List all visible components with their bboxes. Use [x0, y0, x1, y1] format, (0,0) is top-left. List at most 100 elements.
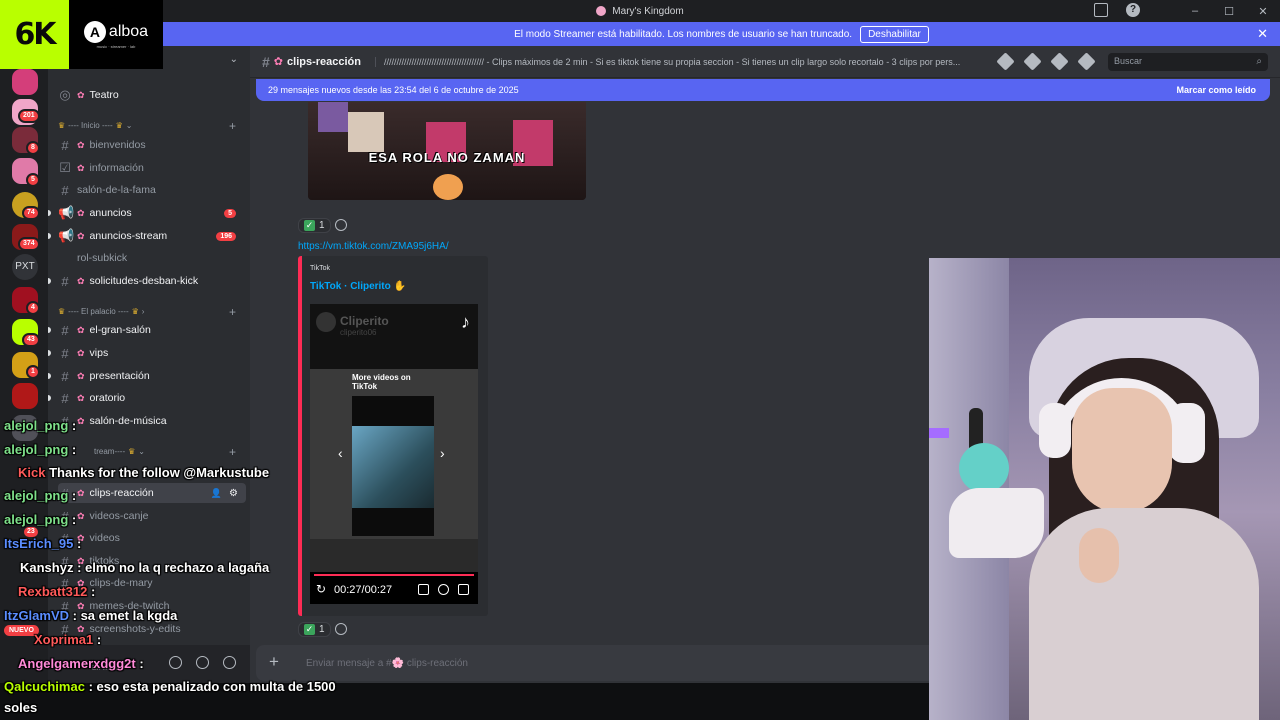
- mic-icon[interactable]: [169, 656, 182, 669]
- maximize-button[interactable]: ☐: [1212, 5, 1246, 18]
- channel-presentacion[interactable]: # ✿ presentación: [58, 366, 246, 386]
- fullscreen-icon[interactable]: [458, 584, 469, 595]
- gear-icon[interactable]: [223, 656, 236, 669]
- channel-bienvenidos[interactable]: # ✿ bienvenidos: [58, 135, 246, 155]
- help-icon[interactable]: ?: [1126, 3, 1140, 17]
- channel-informacion[interactable]: ☑ ✿ información: [58, 158, 246, 178]
- chat-line: alejol_png :: [4, 512, 77, 527]
- members-icon[interactable]: [1077, 52, 1096, 71]
- category-stream[interactable]: tream---- ♛ ⌄ +: [58, 445, 246, 459]
- hash-icon: #: [61, 322, 69, 338]
- playback-time: 00:27/00:27: [334, 584, 393, 596]
- channel-salon-fama[interactable]: # salón-de-la-fama: [58, 180, 246, 200]
- video-thumbnail[interactable]: [352, 396, 434, 536]
- server-pxt[interactable]: PXT: [12, 254, 38, 280]
- reaction-row: ✓ 1: [298, 620, 347, 638]
- add-channel-icon[interactable]: +: [229, 305, 236, 319]
- invite-icon[interactable]: 👤: [211, 488, 222, 499]
- category-inicio[interactable]: ♛ ---- Inicio ---- ♛ ⌄ +: [58, 119, 246, 133]
- tiktok-link[interactable]: https://vm.tiktok.com/ZMA95j6HA/: [298, 241, 449, 252]
- flower-icon: ✿: [77, 347, 85, 358]
- channel-solicitudes[interactable]: # ✿ solicitudes-desban-kick: [58, 271, 246, 291]
- channel-anuncios[interactable]: 📢 ✿ anuncios 5: [58, 203, 246, 223]
- progress-bar[interactable]: [314, 574, 474, 576]
- player-controls: ↻ 00:27/00:27: [310, 572, 478, 604]
- server-badge: 1: [26, 365, 40, 379]
- channel-clips-reaccion[interactable]: # ✿ clips-reacción 👤 ⚙: [58, 483, 246, 503]
- streamer-mode-banner: El modo Streamer está habilitado. Los no…: [163, 22, 1280, 46]
- prev-arrow-icon[interactable]: ‹: [338, 445, 343, 461]
- channel-gran-salon[interactable]: # ✿ el-gran-salón: [58, 320, 246, 340]
- inbox-icon[interactable]: [1094, 3, 1108, 17]
- minimize-button[interactable]: –: [1178, 5, 1212, 17]
- window-titlebar: Mary's Kingdom ? – ☐ ✕: [0, 0, 1280, 22]
- channel-salon-musica[interactable]: # ✿ salón-de-música: [58, 411, 246, 431]
- add-channel-icon[interactable]: +: [229, 119, 236, 133]
- threads-icon[interactable]: [996, 52, 1015, 71]
- chat-line: Kanshyz : elmo no la q rechazo a lagaña: [20, 560, 270, 575]
- next-arrow-icon[interactable]: ›: [440, 445, 445, 461]
- crown-icon: ♛: [58, 307, 66, 316]
- close-window-button[interactable]: ✕: [1246, 5, 1280, 18]
- rules-icon: ☑: [59, 160, 71, 175]
- captions-icon[interactable]: [418, 584, 429, 595]
- chevron-down-icon: ⌄: [229, 54, 238, 65]
- gear-icon[interactable]: ⚙: [229, 488, 238, 499]
- channel-videos-canje[interactable]: # ✿ videos-canje: [58, 506, 246, 526]
- chat-line: Angelgamerxdgg2t :: [18, 656, 144, 671]
- replay-icon[interactable]: ↻: [316, 582, 326, 596]
- server-badge: 43: [22, 333, 40, 347]
- channel-vips[interactable]: # ✿ vips: [58, 343, 246, 363]
- server-badge: 4: [26, 301, 40, 315]
- search-icon: ⌕: [1256, 56, 1262, 67]
- chat-line: ItzGlamVD : sa emet la kgda: [4, 608, 178, 623]
- channel-stage-teatro[interactable]: ◎ ✿ Teatro: [58, 85, 246, 105]
- server-badge: 201: [18, 109, 40, 123]
- hand-emoji-icon: ✋: [393, 281, 406, 292]
- embed-title[interactable]: TikTok · Cliperito ✋: [310, 281, 406, 292]
- server-icon[interactable]: [12, 69, 38, 95]
- volume-icon[interactable]: [438, 584, 449, 595]
- hash-icon: #: [262, 53, 270, 70]
- stage-icon: ◎: [59, 87, 71, 102]
- tiktok-player[interactable]: Cliperito cliperito06 ♪ More videos on T…: [310, 304, 478, 604]
- tiktok-embed: TikTok TikTok · Cliperito ✋ Cliperito cl…: [298, 256, 488, 616]
- chat-line: ItsErich_95 :: [4, 536, 82, 551]
- crown-icon: ♛: [115, 121, 123, 130]
- new-messages-bar[interactable]: 29 mensajes nuevos desde las 23:54 del 6…: [256, 79, 1270, 101]
- reaction-check[interactable]: ✓ 1: [298, 621, 331, 637]
- add-reaction-icon[interactable]: [334, 219, 347, 231]
- add-channel-icon[interactable]: +: [229, 445, 236, 459]
- mark-as-read-button[interactable]: Marcar como leído: [1176, 85, 1256, 95]
- hash-icon: #: [61, 273, 69, 289]
- alboa-a-icon: A: [83, 20, 106, 43]
- channel-topic[interactable]: ////////////////////////////////////////…: [375, 56, 985, 67]
- notifications-icon[interactable]: [1023, 52, 1042, 71]
- message-input[interactable]: Enviar mensaje a #🌸 clips-reacción: [306, 658, 468, 669]
- pin-icon[interactable]: [1050, 52, 1069, 71]
- add-reaction-icon[interactable]: [334, 623, 347, 635]
- meme-image-embed[interactable]: ESA ROLA NO ZAMAN: [308, 102, 586, 200]
- channel-videos[interactable]: # ✿ videos: [58, 528, 246, 548]
- brand-6k-logo: 6K: [0, 0, 69, 69]
- search-input[interactable]: Buscar ⌕: [1108, 53, 1268, 71]
- add-attachment-button[interactable]: +: [264, 653, 284, 673]
- headphones-icon[interactable]: [196, 656, 209, 669]
- window-title: Mary's Kingdom: [596, 6, 684, 17]
- channel-oratorio[interactable]: # ✿ oratorio: [58, 388, 246, 408]
- flower-icon: ✿: [77, 324, 85, 335]
- channel-rol-subkick[interactable]: rol-subkick: [58, 248, 246, 268]
- close-banner-icon[interactable]: ✕: [1257, 26, 1268, 42]
- disable-streamer-mode-button[interactable]: Deshabilitar: [860, 25, 929, 43]
- avatar: [316, 312, 336, 332]
- flower-icon: ✿: [77, 230, 85, 241]
- reaction-check[interactable]: ✓ 1: [298, 217, 331, 233]
- flower-icon: ✿: [77, 207, 85, 218]
- chevron-down-icon: ⌄: [125, 121, 133, 130]
- meme-caption: ESA ROLA NO ZAMAN: [368, 150, 526, 165]
- flower-icon: ✿: [77, 370, 85, 381]
- server-icon[interactable]: [12, 383, 38, 409]
- channel-header: # ✿ clips-reacción ///////////////////////…: [250, 46, 1280, 78]
- channel-anuncios-stream[interactable]: 📢 ✿ anuncios-stream 196: [58, 226, 246, 246]
- category-palacio[interactable]: ♛ ---- El palacio ---- ♛ › +: [58, 305, 246, 319]
